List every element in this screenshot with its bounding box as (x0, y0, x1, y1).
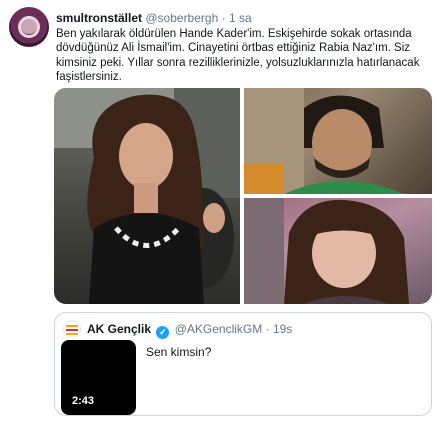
verified-badge-icon: ✓ (156, 326, 170, 339)
photo-young-man[interactable] (244, 88, 432, 194)
tweet-media-grid (54, 88, 432, 304)
quoted-header-separator: · (265, 322, 270, 336)
photo-protest-woman[interactable] (54, 88, 240, 304)
quoted-author-name[interactable]: AK Gençlik (87, 322, 151, 336)
header-separator: · (221, 11, 226, 25)
quoted-timestamp[interactable]: 19s (273, 322, 292, 336)
quoted-avatar[interactable] (63, 320, 81, 338)
tweet-header: smultronstället @soberbergh · 1 sa (56, 11, 252, 25)
quoted-author-handle[interactable]: @AKGenclikGM (175, 322, 263, 336)
tweet[interactable]: smultronstället @soberbergh · 1 sa Ben y… (0, 0, 442, 424)
author-handle[interactable]: @soberbergh (145, 11, 218, 25)
video-duration-label: 2:43 (72, 395, 95, 407)
quoted-tweet[interactable]: AK Gençlik ✓ @AKGenclikGM · 19s 2:43 Sen… (54, 312, 432, 416)
quoted-header: AK Gençlik ✓ @AKGenclikGM · 19s (87, 322, 292, 339)
quoted-tweet-text: Sen kimsin? (146, 345, 212, 359)
quoted-video-thumbnail[interactable]: 2:43 (61, 340, 136, 415)
tweet-text: Ben yakılarak öldürülen Hande Kader'im. … (56, 28, 420, 83)
author-name[interactable]: smultronstället (56, 11, 142, 25)
author-avatar[interactable] (9, 7, 49, 47)
photo-girl[interactable] (244, 198, 432, 304)
tweet-timestamp[interactable]: 1 sa (229, 11, 252, 25)
